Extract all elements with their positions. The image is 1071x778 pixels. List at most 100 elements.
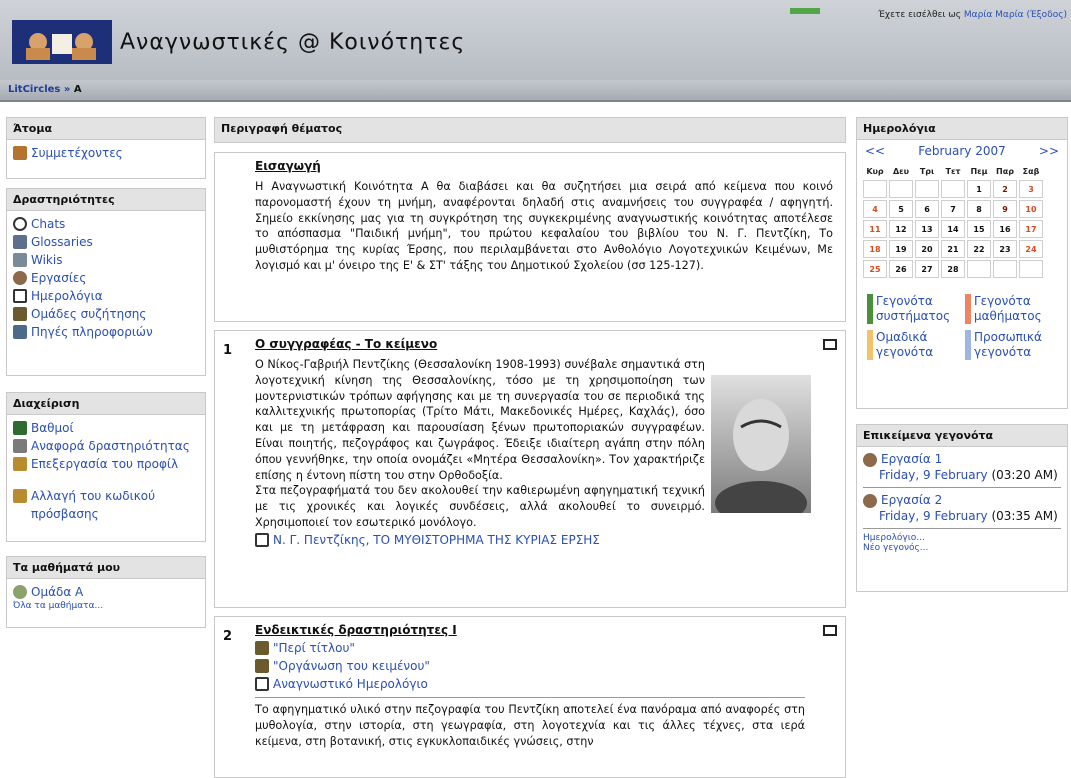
- calendar-day[interactable]: 8: [967, 200, 991, 218]
- new-event-link[interactable]: Νέο γεγονός...: [863, 543, 1061, 553]
- admin-profile[interactable]: Επεξεργασία του προφίλ: [13, 455, 199, 473]
- legend-label: Ομαδικά γεγονότα: [876, 330, 934, 359]
- activity-journals[interactable]: Ημερολόγια: [13, 287, 199, 305]
- participants-label: Συμμετέχοντες: [31, 146, 123, 160]
- event-date: Friday, 9 February: [879, 468, 988, 482]
- divider: [255, 697, 805, 698]
- highlight-checkbox[interactable]: [823, 339, 837, 350]
- event-2[interactable]: Εργασία 2: [863, 492, 1061, 508]
- topic-2: 2 Ενδεικτικές δραστηριότητες Ι "Περί τίτ…: [214, 616, 846, 778]
- calendar-day[interactable]: 26: [889, 260, 913, 278]
- calendar-day[interactable]: 24: [1019, 240, 1043, 258]
- calendar-day[interactable]: 11: [863, 220, 887, 238]
- weekday-label: Πεμ: [970, 166, 988, 176]
- all-courses-link[interactable]: Όλα τα μαθήματα...: [13, 601, 199, 611]
- admin-report[interactable]: Αναφορά δραστηριότητας: [13, 437, 199, 455]
- calendar-day[interactable]: 18: [863, 240, 887, 258]
- calendar-prev-button[interactable]: <<: [865, 144, 885, 158]
- activity-organization-forum[interactable]: "Οργάνωση του κειμένου": [255, 657, 805, 675]
- calendar-day[interactable]: 2: [993, 180, 1017, 198]
- calendar-day[interactable]: 4: [863, 200, 887, 218]
- calendar-day[interactable]: 12: [889, 220, 913, 238]
- calendar-day[interactable]: 27: [915, 260, 939, 278]
- weekday-label: Παρ: [996, 166, 1014, 176]
- breadcrumb: LitCircles » A: [8, 84, 82, 95]
- activity-title-forum[interactable]: "Περί τίτλου": [255, 639, 805, 657]
- calendar-day[interactable]: 21: [941, 240, 965, 258]
- admin-password[interactable]: Αλλαγή του κωδικού πρόσβασης: [13, 487, 199, 523]
- highlight-checkbox[interactable]: [823, 625, 837, 636]
- calendar-empty-cell: [915, 180, 939, 198]
- activity-resources[interactable]: Πηγές πληροφοριών: [13, 323, 199, 341]
- report-icon: [13, 439, 27, 453]
- activity-wikis[interactable]: Wikis: [13, 251, 199, 269]
- calendar-week: 18 19 20 21 22 23 24: [863, 240, 1043, 258]
- participants-link[interactable]: Συμμετέχοντες: [13, 144, 199, 162]
- user-link[interactable]: Μαρία Μαρία: [964, 10, 1024, 20]
- event-time: (03:20 AM): [991, 468, 1058, 482]
- calendar-day[interactable]: 15: [967, 220, 991, 238]
- calendar-day[interactable]: 23: [993, 240, 1017, 258]
- calendar-block: Ημερολόγια << February 2007 >> Κυρ Δευ Τρι…: [856, 117, 1068, 409]
- calendar-day[interactable]: 25: [863, 260, 887, 278]
- weekday-label: Τρι: [919, 166, 935, 176]
- calendar-day[interactable]: 9: [993, 200, 1017, 218]
- legend-course[interactable]: Γεγονότα μαθήματος: [965, 294, 1059, 324]
- activity-label: Εργασίες: [31, 271, 87, 285]
- calendar-week: 25 26 27 28: [863, 260, 1043, 278]
- calendar-day[interactable]: 17: [1019, 220, 1043, 238]
- course-group-a[interactable]: Ομάδα A: [13, 583, 199, 601]
- site-title: Αναγνωστικές @ Κοινότητες: [120, 30, 466, 55]
- calendar-empty-cell: [941, 180, 965, 198]
- legend-user[interactable]: Προσωπικά γεγονότα: [965, 330, 1059, 360]
- calendar-empty-cell: [993, 260, 1017, 278]
- calendar-month[interactable]: February 2007: [918, 144, 1006, 158]
- activity-label: Ομάδες συζήτησης: [31, 307, 147, 321]
- calendar-day[interactable]: 28: [941, 260, 965, 278]
- event-2-date: Friday, 9 February (03:35 AM): [863, 508, 1061, 524]
- weekday-label: Κυρ: [866, 166, 884, 176]
- main-title: Περιγραφή θέματος: [215, 118, 845, 142]
- intro-text: Η Αναγνωστική Κοινότητα A θα διαβάσει κα…: [255, 180, 833, 272]
- legend-swatch: [965, 330, 971, 360]
- activity-assignments[interactable]: Εργασίες: [13, 269, 199, 287]
- legend-swatch: [867, 294, 873, 324]
- activity-forums[interactable]: Ομάδες συζήτησης: [13, 305, 199, 323]
- calendar-day[interactable]: 22: [967, 240, 991, 258]
- activity-label: Glossaries: [31, 235, 93, 249]
- upcoming-title: Επικείμενα γεγονότα: [857, 425, 1067, 447]
- legend-system[interactable]: Γεγονότα συστήματος: [867, 294, 961, 324]
- activity-chats[interactable]: Chats: [13, 215, 199, 233]
- activity-label: Αναγνωστικό Ημερολόγιο: [273, 677, 428, 691]
- calendar-day[interactable]: 19: [889, 240, 913, 258]
- admin-grades[interactable]: Βαθμοί: [13, 419, 199, 437]
- logout-link[interactable]: (Έξοδος): [1026, 10, 1067, 20]
- topic-1-resource[interactable]: Ν. Γ. Πεντζίκης, ΤΟ ΜΥΘΙΣΤΟΡΗΜΑ ΤΗΣ ΚΥΡΙ…: [255, 531, 805, 549]
- calendar-day[interactable]: 16: [993, 220, 1017, 238]
- site-logo[interactable]: [12, 20, 112, 64]
- activity-glossaries[interactable]: Glossaries: [13, 233, 199, 251]
- event-1-date: Friday, 9 February (03:20 AM): [863, 467, 1061, 483]
- calendar-day[interactable]: 1: [967, 180, 991, 198]
- event-1[interactable]: Εργασία 1: [863, 451, 1061, 467]
- calendar-day[interactable]: 7: [941, 200, 965, 218]
- courses-block-title: Τα μαθήματά μου: [7, 557, 205, 579]
- activity-reading-journal[interactable]: Αναγνωστικό Ημερολόγιο: [255, 675, 805, 693]
- calendar-day[interactable]: 6: [915, 200, 939, 218]
- calendar-weekdays: Κυρ Δευ Τρι Τετ Πεμ Παρ Σαβ: [863, 164, 1043, 178]
- calendar-day[interactable]: 20: [915, 240, 939, 258]
- legend-group[interactable]: Ομαδικά γεγονότα: [867, 330, 961, 360]
- calendar-day[interactable]: 13: [915, 220, 939, 238]
- calendar-link[interactable]: Ημερολόγιο...: [863, 533, 1061, 543]
- legend-label: Προσωπικά γεγονότα: [974, 330, 1042, 359]
- breadcrumb-root[interactable]: LitCircles: [8, 84, 60, 95]
- calendar-day[interactable]: 3: [1019, 180, 1043, 198]
- forum-icon: [255, 659, 269, 673]
- resource-label: Ν. Γ. Πεντζίκης, ΤΟ ΜΥΘΙΣΤΟΡΗΜΑ ΤΗΣ ΚΥΡΙ…: [273, 532, 600, 547]
- weekday-label: Τετ: [945, 166, 961, 176]
- topic-2-text: Το αφηγηματικό υλικό στην πεζογραφία του…: [255, 703, 805, 748]
- calendar-day[interactable]: 10: [1019, 200, 1043, 218]
- calendar-day[interactable]: 14: [941, 220, 965, 238]
- calendar-next-button[interactable]: >>: [1039, 144, 1059, 158]
- calendar-day[interactable]: 5: [889, 200, 913, 218]
